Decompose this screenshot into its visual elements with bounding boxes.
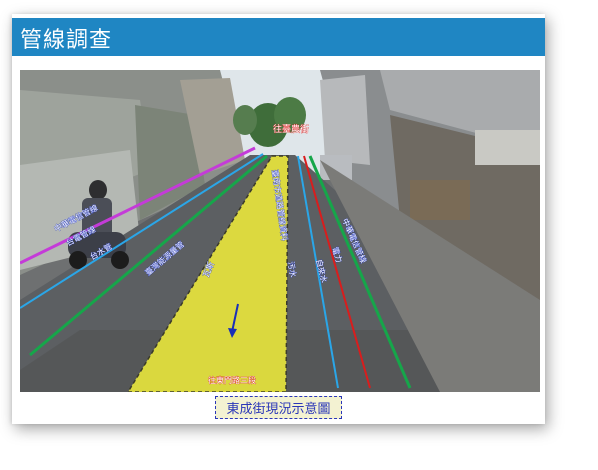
label-top-direction: 往臺農街 xyxy=(273,123,309,135)
figure-caption: 東成街現況示意圖 xyxy=(215,396,342,419)
page-title: 管線調查 xyxy=(20,28,113,53)
label-bottom-direction: 往東門路三段 xyxy=(208,375,256,385)
survey-card: 管線調查 往臺農街 往東門路三段 中華電信管線 台電管線 台水管 臺灣能源量管 … xyxy=(12,14,545,424)
caption-container: 東成街現況示意圖 xyxy=(12,394,545,419)
street-diagram: 往臺農街 往東門路三段 中華電信管線 台電管線 台水管 臺灣能源量管 瓦斯 臺南… xyxy=(20,70,540,392)
title-bar: 管線調查 xyxy=(12,18,545,56)
street-view-image: 往臺農街 往東門路三段 中華電信管線 台電管線 台水管 臺灣能源量管 瓦斯 臺南… xyxy=(20,70,540,392)
